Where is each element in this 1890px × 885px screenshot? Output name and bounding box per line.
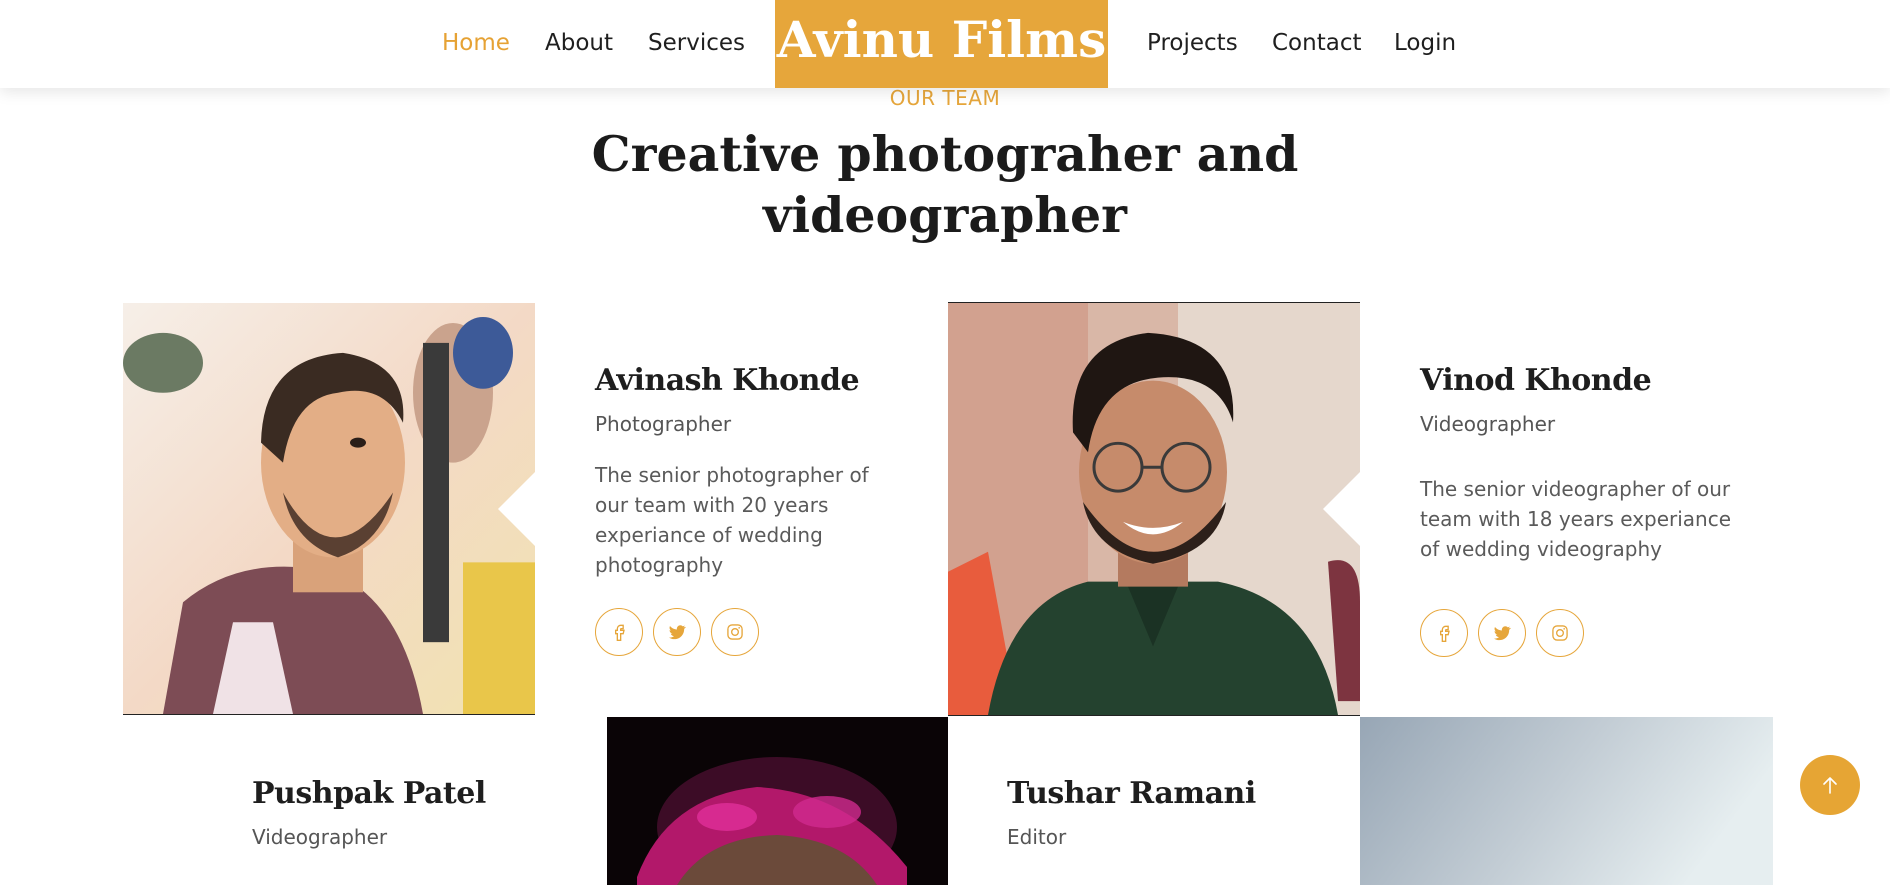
social-links [595,608,759,656]
twitter-icon[interactable] [1478,609,1526,657]
social-links [1420,609,1584,657]
instagram-icon[interactable] [711,608,759,656]
bio-line: team with 18 years experiance [1420,507,1732,531]
instagram-icon[interactable] [1536,609,1584,657]
member-photo [948,302,1360,716]
section-title-line1: Creative photograher and [591,125,1299,183]
arrow-up-icon [1823,777,1837,794]
brand-logo[interactable]: Avinu Films [775,0,1108,88]
facebook-icon[interactable] [1420,609,1468,657]
scroll-to-top-button[interactable] [1800,755,1860,815]
section-title-line2: videographer [763,186,1127,244]
member-role: Photographer [595,412,732,436]
section-title: Creative photograher and videographer [545,124,1345,246]
nav-projects-link[interactable]: Projects [1147,0,1238,86]
twitter-icon[interactable] [653,608,701,656]
portrait-image [1360,717,1773,885]
member-name: Vinod Khonde [1420,363,1652,398]
bio-line: photography [595,553,724,577]
nav-services-link[interactable]: Services [648,0,745,86]
navbar: Home About Services Avinu Films Projects… [0,0,1890,88]
bio-line: experiance of wedding [595,523,823,547]
photo-notch [1323,471,1360,547]
member-name: Tushar Ramani [1007,776,1256,811]
member-card-pushpak: Pushpak Patel Videographer [252,776,552,849]
member-photo [607,717,948,885]
bio-line: The senior videographer of our [1420,477,1731,501]
bio-line: of wedding videography [1420,537,1662,561]
nav-home-link[interactable]: Home [442,0,510,86]
facebook-icon[interactable] [595,608,643,656]
member-photo [123,303,535,715]
member-photo [1360,717,1773,885]
member-role: Videographer [252,825,388,849]
member-card-vinod: Vinod Khonde Videographer The senior vid… [1420,363,1740,564]
nav-about-link[interactable]: About [545,0,613,86]
section-eyebrow: OUR TEAM [889,86,1001,110]
nav-login-link[interactable]: Login [1394,0,1456,86]
nav-contact-link[interactable]: Contact [1272,0,1361,86]
member-role: Videographer [1420,412,1556,436]
member-name: Avinash Khonde [595,363,860,398]
photo-notch [498,470,535,547]
portrait-image [948,303,1360,715]
member-name: Pushpak Patel [252,776,486,811]
member-card-tushar: Tushar Ramani Editor [1007,776,1307,849]
member-card-avinash: Avinash Khonde Photographer The senior p… [595,363,885,580]
member-bio: The senior videographer of our team with… [1420,474,1740,564]
bio-line: our team with 20 years [595,493,829,517]
member-role: Editor [1007,825,1067,849]
bio-line: The senior photographer of [595,463,869,487]
portrait-image [607,717,948,885]
portrait-image [123,303,535,714]
member-bio: The senior photographer of our team with… [595,460,885,580]
